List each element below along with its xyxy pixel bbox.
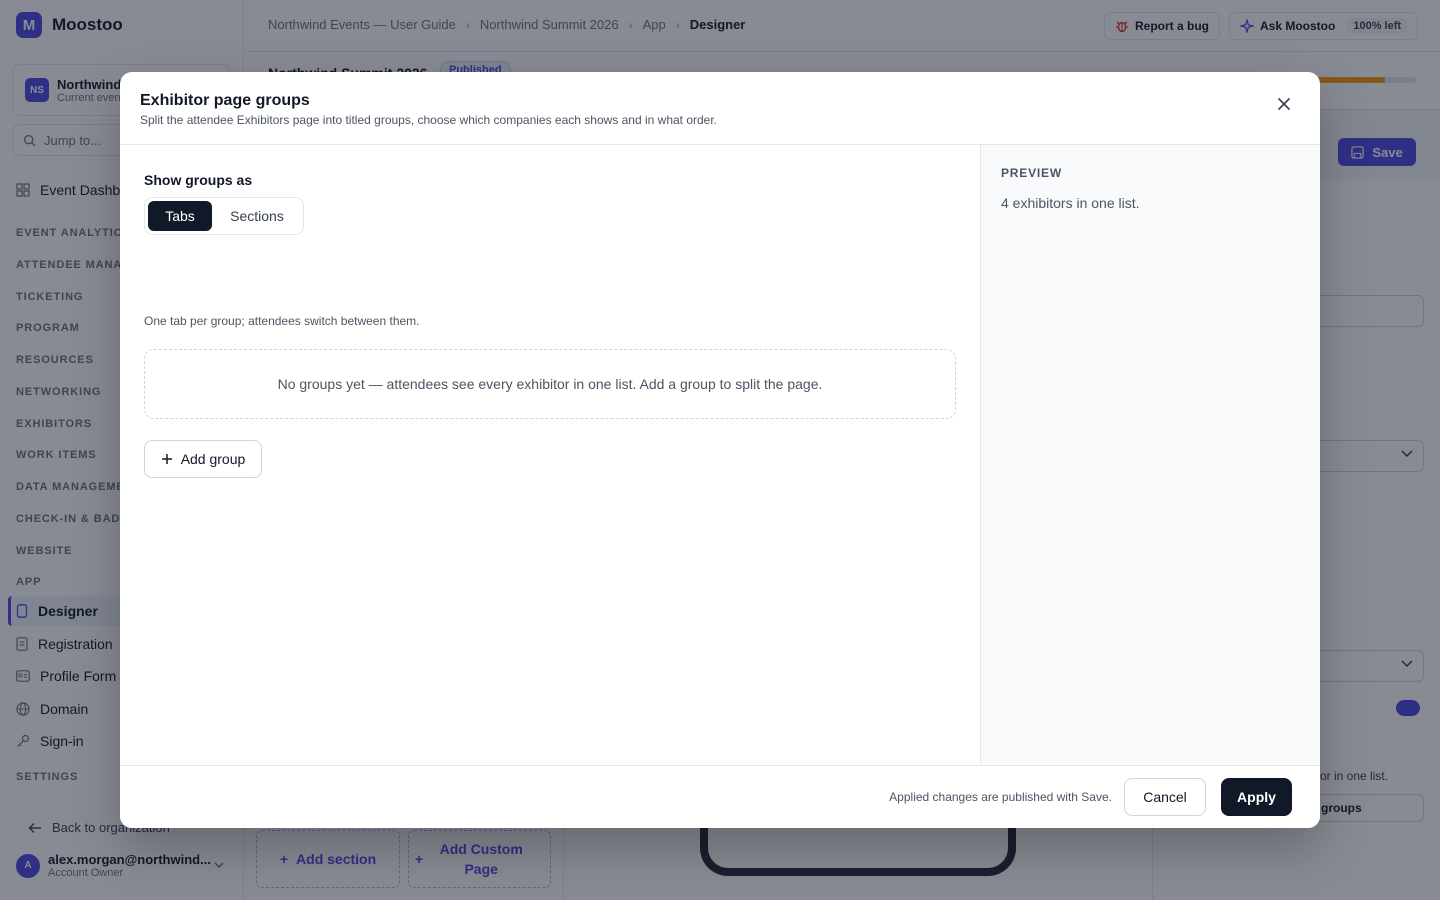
cancel-button[interactable]: Cancel (1124, 778, 1206, 816)
preview-panel: PREVIEW 4 exhibitors in one list. (980, 145, 1320, 765)
display-mode-hint: One tab per group; attendees switch betw… (144, 314, 420, 328)
tab-sections[interactable]: Sections (216, 201, 298, 231)
dialog-subtitle: Split the attendee Exhibitors page into … (140, 113, 718, 127)
dialog-footer: Applied changes are published with Save.… (120, 765, 1320, 828)
apply-button[interactable]: Apply (1221, 778, 1292, 816)
tab-tabs[interactable]: Tabs (148, 201, 212, 231)
empty-groups-state: No groups yet — attendees see every exhi… (144, 349, 956, 419)
close-button[interactable] (1272, 92, 1296, 116)
display-mode-toggle: Tabs Sections (144, 197, 304, 235)
dialog-header: Exhibitor page groups Split the attendee… (120, 72, 1320, 145)
preview-heading: PREVIEW (1001, 166, 1062, 180)
add-group-label: Add group (180, 451, 246, 467)
dialog-body: Show groups as Tabs Sections One tab per… (120, 145, 980, 765)
empty-groups-message: No groups yet — attendees see every exhi… (277, 376, 823, 392)
close-icon (1277, 97, 1291, 111)
exhibitor-page-groups-dialog: Exhibitor page groups Split the attendee… (120, 72, 1320, 828)
show-groups-label: Show groups as (144, 172, 253, 188)
footer-note: Applied changes are published with Save. (889, 790, 1112, 804)
dialog-title: Exhibitor page groups (140, 92, 310, 109)
preview-summary: 4 exhibitors in one list. (1001, 195, 1140, 211)
add-group-button[interactable]: Add group (144, 440, 262, 478)
plus-icon (161, 454, 172, 464)
